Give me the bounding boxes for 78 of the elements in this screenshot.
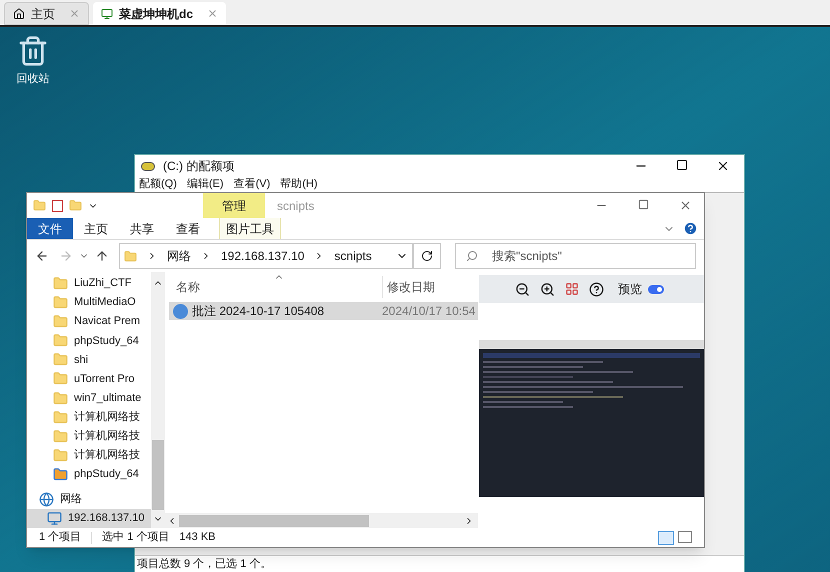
network-folder-icon <box>124 250 137 262</box>
ribbon-tab[interactable]: 文件 <box>27 218 73 239</box>
address-bar[interactable]: 网络 192.168.137.10 scnipts <box>119 243 413 269</box>
file-date: 2024/10/17 10:54 <box>382 303 476 320</box>
folder-icon <box>53 295 68 310</box>
scrollbar[interactable] <box>151 272 165 528</box>
grid-icon[interactable] <box>565 282 579 296</box>
breadcrumb[interactable]: 网络 <box>167 247 191 265</box>
nav-item[interactable]: shi <box>27 350 151 370</box>
scroll-thumb[interactable] <box>152 440 164 510</box>
nav-item[interactable]: 计算机网络技 <box>27 426 151 446</box>
nav-item[interactable]: LiuZhi_CTF <box>27 274 151 294</box>
nav-item[interactable]: 计算机网络技 <box>27 446 151 465</box>
network-icon <box>39 492 54 507</box>
large-icons-view-icon[interactable] <box>678 530 692 542</box>
close-icon[interactable] <box>716 159 730 173</box>
ribbon-tab[interactable]: 查看 <box>165 218 211 239</box>
breadcrumb[interactable]: scnipts <box>334 247 372 265</box>
desktop-icon-label[interactable]: 回收站 <box>16 71 50 88</box>
scroll-thumb[interactable] <box>179 514 369 526</box>
menu-item[interactable]: 编辑(E) <box>186 176 224 193</box>
ribbon-tab[interactable]: 共享 <box>119 218 165 239</box>
back-icon[interactable] <box>35 249 49 263</box>
menu-item[interactable]: 查看(V) <box>234 176 270 193</box>
nav-item[interactable]: MultiMediaO <box>27 293 151 312</box>
folder-icon <box>53 390 68 406</box>
refresh-button[interactable] <box>413 243 441 269</box>
folder-icon <box>53 466 68 482</box>
folder-icon <box>53 410 68 425</box>
nav-item[interactable]: uTorrent Pro <box>27 369 151 388</box>
preview-label: 预览 <box>618 281 642 298</box>
file-row[interactable]: 批注 2024-10-17 105408 2024/10/17 10:54 <box>169 302 478 320</box>
refresh-icon <box>421 250 433 262</box>
status-text: 项目总数 9 个，已选 1 个。 <box>137 557 272 572</box>
vm-icon <box>101 8 113 20</box>
folder-icon <box>53 428 68 444</box>
status-text: 选中 1 个项目 <box>102 530 170 546</box>
search-field[interactable]: 搜索"scnipts" <box>455 243 696 269</box>
help-icon[interactable] <box>589 282 604 296</box>
home-icon <box>13 8 25 20</box>
folder-icon <box>53 276 68 292</box>
breadcrumb[interactable]: 192.168.137.10 <box>221 247 304 265</box>
column-header[interactable]: 名称 <box>169 278 382 296</box>
maximize-icon[interactable] <box>676 159 688 171</box>
image-file-icon <box>173 304 188 318</box>
folder-icon <box>53 314 68 330</box>
browser-tab[interactable]: 菜虚坤坤机dc <box>93 2 226 25</box>
nav-item[interactable]: 网络 <box>27 490 151 509</box>
nav-item[interactable]: Navicat Prem <box>27 312 151 332</box>
window-title: (C:) 的配额项 <box>163 158 234 175</box>
context-tab[interactable]: 管理 <box>203 193 265 218</box>
up-icon[interactable] <box>95 249 109 263</box>
preview-toggle[interactable] <box>648 284 664 294</box>
ribbon-tab[interactable]: 图片工具 <box>219 218 281 239</box>
window-title: scnipts <box>277 198 314 214</box>
zoom-in-icon[interactable] <box>540 282 555 296</box>
folder-icon <box>53 333 68 348</box>
recycle-bin-icon[interactable] <box>17 35 49 67</box>
browser-tab[interactable]: 主页 <box>4 2 89 25</box>
monitor-icon <box>47 510 62 526</box>
nav-item[interactable]: phpStudy_64 <box>27 331 151 350</box>
search-icon <box>466 250 478 262</box>
folder-icon <box>53 352 68 368</box>
folder-icon <box>53 371 68 386</box>
nav-item[interactable]: win7_ultimate <box>27 388 151 408</box>
nav-item[interactable]: 192.168.137.10 <box>27 508 151 528</box>
details-view-icon[interactable] <box>658 530 674 544</box>
folder-icon <box>53 448 68 463</box>
status-text: 1 个项目 <box>39 530 82 546</box>
column-header[interactable]: 修改日期 <box>382 276 435 298</box>
file-name: 批注 2024-10-17 105408 <box>192 303 326 320</box>
nav-item[interactable]: phpStudy_64 <box>27 464 151 484</box>
menu-item[interactable]: 配额(Q) <box>139 176 177 193</box>
menu-item[interactable]: 帮助(H) <box>280 176 318 193</box>
zoom-out-icon[interactable] <box>515 282 530 296</box>
status-text: 143 KB <box>179 530 216 546</box>
ribbon-tab[interactable]: 主页 <box>73 218 119 239</box>
nav-item[interactable]: 计算机网络技 <box>27 408 151 427</box>
